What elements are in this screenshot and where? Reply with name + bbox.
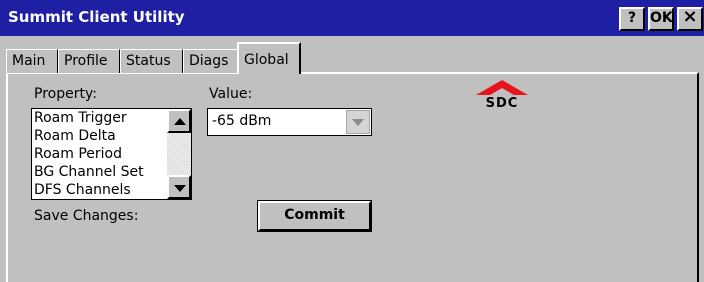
value-dropdown[interactable]: -65 dBm — [207, 108, 372, 136]
window-title: Summit Client Utility — [8, 8, 185, 26]
property-label: Property: — [34, 86, 97, 102]
dropdown-button[interactable] — [346, 110, 370, 134]
sdc-logo: SDC — [474, 79, 530, 111]
save-changes-label: Save Changes: — [34, 208, 139, 224]
property-listbox[interactable]: Roam Trigger Roam Delta Roam Period BG C… — [31, 108, 192, 200]
ok-button[interactable]: OK — [648, 7, 674, 31]
tab-diags[interactable]: Diags — [183, 49, 238, 73]
close-button[interactable]: × — [677, 7, 703, 31]
commit-button[interactable]: Commit — [257, 200, 372, 232]
list-item[interactable]: Roam Trigger — [34, 109, 127, 127]
list-item[interactable]: BG Channel Set — [34, 163, 144, 181]
arrow-down-icon — [174, 185, 186, 192]
scroll-down-button[interactable] — [167, 175, 191, 199]
list-item[interactable]: Roam Period — [34, 145, 122, 163]
tab-profile[interactable]: Profile — [58, 49, 120, 73]
arrow-up-icon — [174, 118, 186, 125]
list-item[interactable]: Roam Delta — [34, 127, 116, 145]
tab-main[interactable]: Main — [6, 49, 58, 73]
value-label: Value: — [209, 86, 253, 102]
list-item[interactable]: DFS Channels — [34, 181, 131, 199]
scroll-up-button[interactable] — [167, 109, 191, 133]
tab-status[interactable]: Status — [120, 49, 183, 73]
chevron-down-icon — [352, 119, 364, 126]
property-scrollbar[interactable] — [167, 109, 191, 199]
tab-global[interactable]: Global — [237, 42, 301, 74]
title-bar: Summit Client Utility ? OK × — [0, 0, 704, 36]
sdc-logo-text: SDC — [485, 96, 519, 111]
help-button[interactable]: ? — [619, 7, 645, 31]
value-dropdown-selected: -65 dBm — [212, 113, 272, 129]
summit-client-utility-window: Summit Client Utility ? OK × Main Profil… — [0, 0, 704, 282]
